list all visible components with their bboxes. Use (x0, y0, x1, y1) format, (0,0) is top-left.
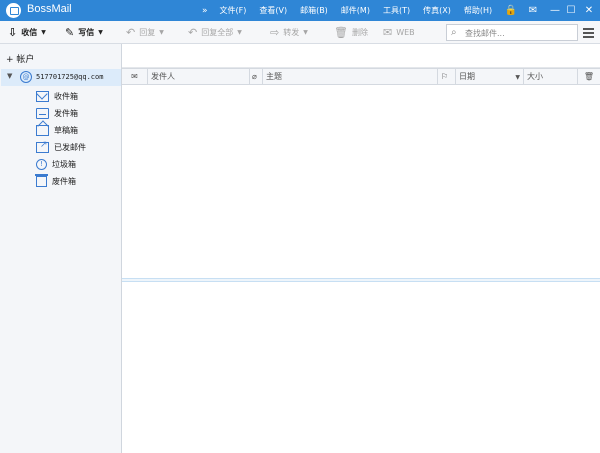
receive-icon: ⇩ (8, 26, 18, 39)
attachment-icon: ⌀ (252, 72, 257, 81)
account-address: 517701725@qq.com (36, 73, 104, 81)
message-list-top (122, 44, 600, 68)
preview-pane (122, 282, 600, 453)
chevron-down-icon[interactable]: ▼ (303, 29, 308, 36)
column-flag[interactable]: ⚐ (438, 69, 456, 84)
column-read-status[interactable]: ✉ (122, 69, 148, 84)
menu-fax[interactable]: 传真(X) (423, 5, 451, 16)
menu-mailbox[interactable]: 邮箱(B) (300, 5, 328, 16)
trash-icon: 🗑 (583, 72, 595, 81)
forward-button[interactable]: ⇨ 转发 ▼ (270, 21, 308, 44)
sidebar-item-inbox[interactable]: 收件箱 (36, 88, 78, 104)
receive-button[interactable]: ⇩ 收信 ▼ (8, 21, 46, 44)
reply-icon: ↶ (126, 26, 136, 39)
menu-expand-icon[interactable]: » (202, 6, 208, 16)
flag-icon: ⚐ (441, 72, 449, 81)
add-account-button[interactable]: + 帐户 (6, 52, 34, 65)
app-title: BossMail (27, 3, 72, 15)
search-icon: ⌕ (451, 27, 457, 38)
toolbar: ⇩ 收信 ▼ ✎ 写信 ▼ ↶ 回复 ▼ ↶ 回复全部 ▼ ⇨ 转发 ▼ 🗑 删… (0, 21, 600, 44)
outbox-icon (36, 107, 49, 119)
web-icon: ✉ (383, 26, 393, 39)
sidebar: + 帐户 ▼ @ 517701725@qq.com 收件箱 发件箱 草稿箱 已发… (0, 44, 122, 453)
column-size[interactable]: 大小 (524, 69, 578, 84)
delete-button[interactable]: 🗑 删除 (334, 21, 368, 44)
junk-icon: ! (36, 158, 47, 170)
column-delete[interactable]: 🗑 (578, 69, 600, 84)
compose-icon: ✎ (65, 26, 75, 39)
reply-all-button[interactable]: ↶ 回复全部 ▼ (188, 21, 242, 44)
chevron-down-icon[interactable]: ▼ (159, 29, 164, 36)
envelope-icon: ✉ (131, 72, 138, 81)
sidebar-item-outbox[interactable]: 发件箱 (36, 105, 78, 121)
list-view-icon[interactable] (581, 25, 595, 40)
title-bar: BossMail » 文件(F) 查看(V) 邮箱(B) 邮件(M) 工具(T)… (0, 0, 600, 21)
inbox-icon (36, 90, 49, 102)
maximize-button[interactable]: ☐ (562, 0, 580, 21)
menu-tools[interactable]: 工具(T) (383, 5, 410, 16)
close-button[interactable]: ✕ (580, 0, 598, 21)
message-list[interactable] (122, 85, 600, 278)
sidebar-item-sent[interactable]: 已发邮件 (36, 139, 86, 155)
menu-bar: » 文件(F) 查看(V) 邮箱(B) 邮件(M) 工具(T) 传真(X) 帮助… (202, 0, 505, 21)
lock-icon[interactable]: 🔒 (502, 0, 520, 21)
sidebar-item-drafts[interactable]: 草稿箱 (36, 122, 78, 138)
forward-icon: ⇨ (270, 26, 280, 39)
column-sender[interactable]: 发件人 (148, 69, 250, 84)
column-date[interactable]: 日期 ▼ (456, 69, 524, 84)
account-icon: @ (20, 71, 32, 83)
menu-help[interactable]: 帮助(H) (464, 5, 492, 16)
sent-icon (36, 140, 49, 153)
sort-down-icon: ▼ (515, 74, 520, 81)
bossmail-logo-icon (6, 3, 21, 18)
sidebar-item-junk[interactable]: ! 垃圾箱 (36, 156, 76, 172)
column-attachment[interactable]: ⌀ (250, 69, 263, 84)
skin-icon[interactable]: ✉ (524, 0, 542, 21)
drafts-icon (36, 124, 49, 136)
chevron-down-icon[interactable]: ▼ (98, 29, 103, 36)
search-box[interactable]: ⌕ 查找邮件... (446, 24, 578, 41)
menu-view[interactable]: 查看(V) (259, 5, 287, 16)
chevron-down-icon[interactable]: ▼ (237, 29, 242, 36)
web-button[interactable]: ✉ WEB (383, 21, 415, 44)
menu-file[interactable]: 文件(F) (220, 5, 247, 16)
menu-mail[interactable]: 邮件(M) (341, 5, 370, 16)
chevron-down-icon[interactable]: ▼ (7, 72, 12, 80)
trash-icon (35, 173, 48, 187)
account-row[interactable]: ▼ @ 517701725@qq.com (1, 69, 121, 86)
sidebar-item-trash[interactable]: 废件箱 (35, 173, 76, 189)
column-header: ✉ 发件人 ⌀ 主题 ⚐ 日期 ▼ 大小 🗑 (122, 68, 600, 85)
reply-button[interactable]: ↶ 回复 ▼ (126, 21, 164, 44)
reply-all-icon: ↶ (188, 26, 198, 39)
search-input[interactable]: 查找邮件... (465, 28, 505, 39)
trash-icon: 🗑 (334, 26, 348, 39)
column-subject[interactable]: 主题 (263, 69, 438, 84)
compose-button[interactable]: ✎ 写信 ▼ (65, 21, 103, 44)
chevron-down-icon[interactable]: ▼ (41, 29, 46, 36)
